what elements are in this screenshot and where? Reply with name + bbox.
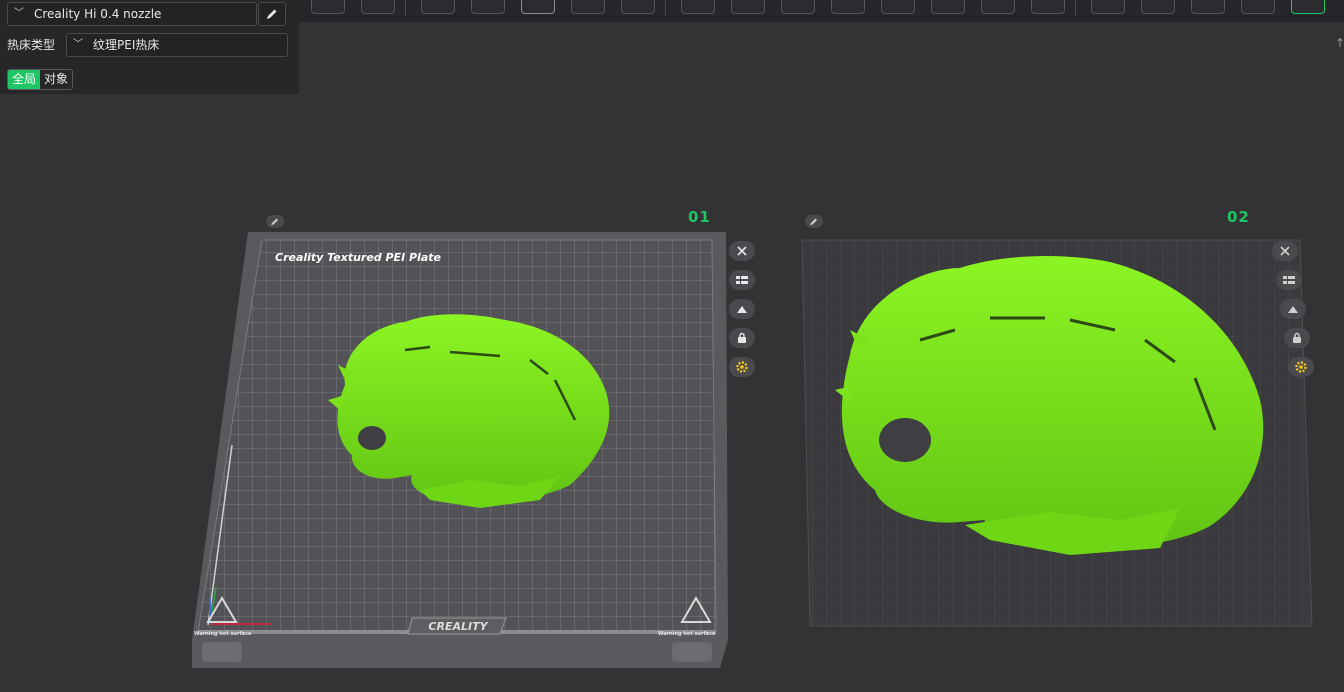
plate-1-auto-orient-button[interactable]	[729, 299, 755, 319]
plate-title: Creality Textured PEI Plate	[275, 251, 442, 264]
plate-1-lock-button[interactable]	[729, 328, 755, 348]
fingerprint-icon	[202, 642, 242, 662]
warning-right: Warning hot surface	[658, 631, 716, 637]
plate-1-arrange-button[interactable]	[729, 270, 755, 290]
plate-2-lock-button[interactable]	[1284, 328, 1310, 348]
lock-icon	[738, 332, 746, 343]
settings-gear-icon	[736, 361, 748, 373]
plate-1-settings-button[interactable]	[729, 357, 755, 377]
fingerprint-icon	[672, 642, 712, 662]
auto-orient-icon	[737, 306, 747, 313]
3d-viewport[interactable]: CREALITY Creality Textured PEI Plate War…	[0, 0, 1344, 692]
arrange-icon	[1283, 276, 1295, 284]
settings-gear-icon	[1295, 361, 1307, 373]
plate-2-close-button[interactable]	[1272, 241, 1298, 261]
warning-left: Warning hot surface	[194, 631, 252, 637]
lock-icon	[1293, 332, 1301, 343]
close-icon	[1280, 246, 1290, 256]
plate-2-auto-orient-button[interactable]	[1280, 299, 1306, 319]
plate-1-close-button[interactable]	[729, 241, 755, 261]
plate-2-arrange-button[interactable]	[1276, 270, 1302, 290]
plate-2-settings-button[interactable]	[1288, 357, 1314, 377]
arrange-icon	[736, 276, 748, 284]
auto-orient-icon	[1288, 306, 1298, 313]
plate-brand: CREALITY	[428, 620, 488, 633]
close-icon	[737, 246, 747, 256]
